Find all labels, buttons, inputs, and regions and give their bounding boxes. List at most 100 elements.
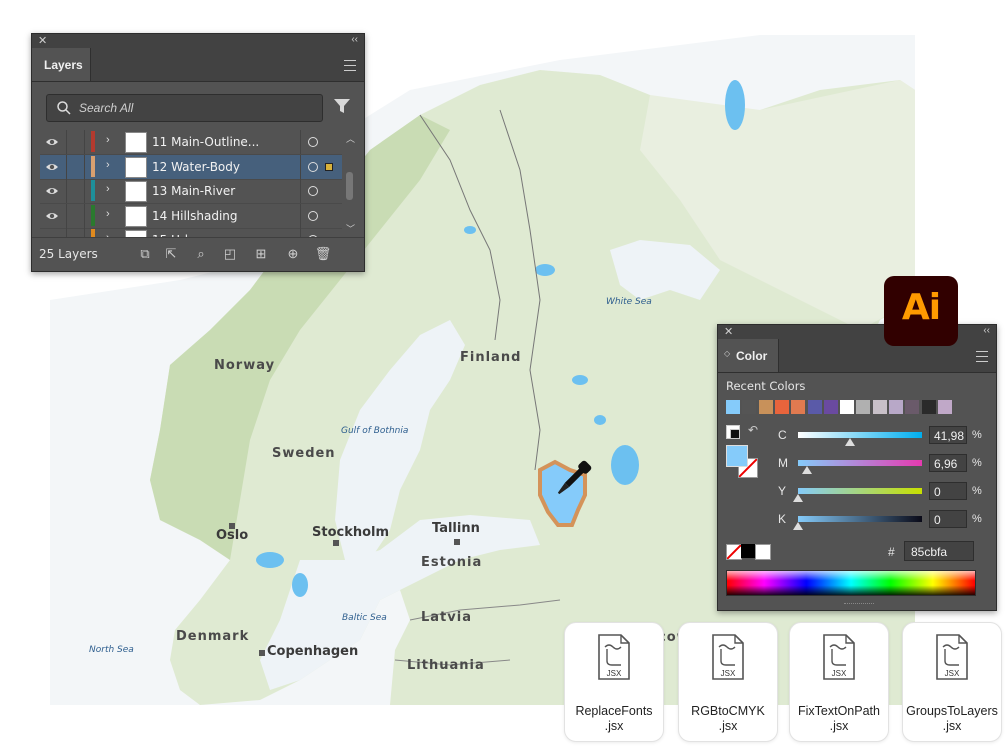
collect-for-export-icon[interactable]: ⧉ [136, 245, 154, 263]
expand-chevron-icon[interactable]: › [106, 134, 110, 146]
close-icon[interactable]: ✕ [38, 34, 47, 47]
tab-color[interactable]: ◇ Color [718, 339, 779, 372]
illustrator-logo: Ai [884, 276, 958, 346]
channel-label: C [778, 428, 787, 442]
white-swatch[interactable] [755, 544, 771, 560]
recent-color-swatch[interactable] [922, 400, 936, 414]
script-file-card[interactable]: JSXReplaceFonts .jsx [564, 622, 664, 742]
recent-color-swatch[interactable] [759, 400, 773, 414]
visibility-eye-icon[interactable] [45, 185, 59, 199]
channel-value-input[interactable]: 6,96 [929, 454, 967, 472]
layer-row[interactable]: › 12 Water-Body [40, 155, 342, 180]
recent-color-swatch[interactable] [905, 400, 919, 414]
layers-panel: ✕ ‹‹ Layers Search All › 11 Main-Outline.… [31, 33, 365, 272]
recent-color-swatch[interactable] [808, 400, 822, 414]
channel-slider[interactable] [798, 488, 922, 494]
layer-thumbnail [125, 157, 147, 178]
filter-icon[interactable] [334, 98, 350, 114]
scroll-thumb[interactable] [346, 172, 353, 200]
channel-value-input[interactable]: 0 [929, 482, 967, 500]
channel-label: M [778, 456, 788, 470]
scroll-down-icon[interactable]: ﹀ [346, 222, 355, 235]
target-circle-icon[interactable] [308, 162, 318, 172]
panel-menu-icon[interactable] [344, 60, 356, 71]
target-circle-icon[interactable] [308, 137, 318, 147]
panel-menu-icon[interactable] [976, 351, 988, 362]
trash-icon[interactable]: 🗑 [314, 245, 332, 263]
recent-color-swatch[interactable] [791, 400, 805, 414]
slider-knob[interactable] [802, 466, 812, 474]
percent-label: % [972, 457, 982, 469]
channel-value-input[interactable]: 41,98 [929, 426, 967, 444]
tab-layers[interactable]: Layers [32, 48, 91, 81]
jsx-file-icon: JSX [709, 633, 747, 681]
slider-knob[interactable] [793, 522, 803, 530]
collapse-icon[interactable]: ‹‹ [983, 325, 990, 336]
script-file-card[interactable]: JSXGroupsToLayers .jsx [902, 622, 1002, 742]
clipping-mask-icon[interactable]: ◰ [221, 245, 239, 263]
expand-chevron-icon[interactable]: › [106, 159, 110, 171]
close-icon[interactable]: ✕ [724, 325, 733, 338]
resize-grip[interactable] [844, 603, 874, 608]
channel-slider[interactable] [798, 516, 922, 522]
recent-color-swatch[interactable] [775, 400, 789, 414]
collapse-icon[interactable]: ‹‹ [351, 34, 358, 45]
swap-fill-stroke-icon[interactable]: ↶ [748, 423, 758, 437]
hex-input[interactable]: 85cbfa [904, 541, 974, 561]
panel-titlebar[interactable]: ✕ ‹‹ [32, 34, 364, 48]
channel-slider[interactable] [798, 432, 922, 438]
channel-label: Y [778, 484, 786, 498]
recent-color-swatch[interactable] [742, 400, 756, 414]
new-sublayer-icon[interactable]: ⊞ [252, 245, 270, 263]
new-layer-icon[interactable]: ⊕ [284, 245, 302, 263]
recent-color-swatch[interactable] [873, 400, 887, 414]
layer-row[interactable]: › 11 Main-Outline... [40, 130, 342, 155]
jsx-file-icon: JSX [595, 633, 633, 681]
expand-chevron-icon[interactable]: › [106, 183, 110, 195]
layer-color-bar [91, 131, 95, 152]
visibility-eye-icon[interactable] [45, 161, 59, 175]
layer-row[interactable]: › 13 Main-River [40, 179, 342, 204]
color-spectrum[interactable] [726, 570, 976, 596]
layer-thumbnail [125, 132, 147, 153]
script-file-card[interactable]: JSX RGBtoCMYK .jsx [678, 622, 778, 742]
recent-color-swatch[interactable] [938, 400, 952, 414]
scroll-up-icon[interactable]: ︿ [346, 132, 355, 145]
layer-name[interactable]: 13 Main-River [152, 184, 235, 198]
black-swatch[interactable] [741, 544, 755, 558]
script-file-card[interactable]: JSXFixTextOnPath .jsx [789, 622, 889, 742]
slider-knob[interactable] [845, 438, 855, 446]
script-file-name: RGBtoCMYK .jsx [679, 704, 777, 734]
recent-color-swatch[interactable] [840, 400, 854, 414]
color-panel: ✕ ‹‹ ◇ Color Recent Colors ↶ C41,98%M6,9… [717, 324, 997, 611]
visibility-eye-icon[interactable] [45, 210, 59, 224]
layer-row[interactable]: › 14 Hillshading [40, 204, 342, 229]
target-circle-icon[interactable] [308, 186, 318, 196]
tab-label: Color [736, 349, 767, 363]
hex-hash-label: # [888, 545, 895, 559]
layer-name[interactable]: 12 Water-Body [152, 160, 240, 174]
recent-color-swatch[interactable] [856, 400, 870, 414]
map-label-lithuania: Lithuania [407, 658, 485, 673]
fill-swatch[interactable] [726, 445, 748, 467]
channel-slider[interactable] [798, 460, 922, 466]
layer-list-scrollbar[interactable]: ︿ ﹀ [344, 132, 354, 235]
recent-color-swatch[interactable] [889, 400, 903, 414]
layer-name[interactable]: 11 Main-Outline... [152, 135, 259, 149]
none-swatch[interactable] [726, 544, 742, 560]
export-icon[interactable]: ⇱ [162, 245, 180, 263]
layer-color-bar [91, 156, 95, 177]
target-circle-icon[interactable] [308, 211, 318, 221]
default-fill-stroke-icon[interactable] [726, 425, 740, 439]
search-input[interactable]: Search All [46, 94, 323, 122]
layer-name[interactable]: 14 Hillshading [152, 209, 238, 223]
selection-indicator-icon[interactable] [325, 163, 333, 171]
recent-color-swatch[interactable] [726, 400, 740, 414]
channel-value-input[interactable]: 0 [929, 510, 967, 528]
recent-color-swatch[interactable] [824, 400, 838, 414]
locate-object-icon[interactable]: ⌕ [192, 245, 210, 263]
expand-chevron-icon[interactable]: › [106, 208, 110, 220]
map-label-oslo: Oslo [216, 528, 248, 543]
visibility-eye-icon[interactable] [45, 136, 59, 150]
slider-knob[interactable] [793, 494, 803, 502]
